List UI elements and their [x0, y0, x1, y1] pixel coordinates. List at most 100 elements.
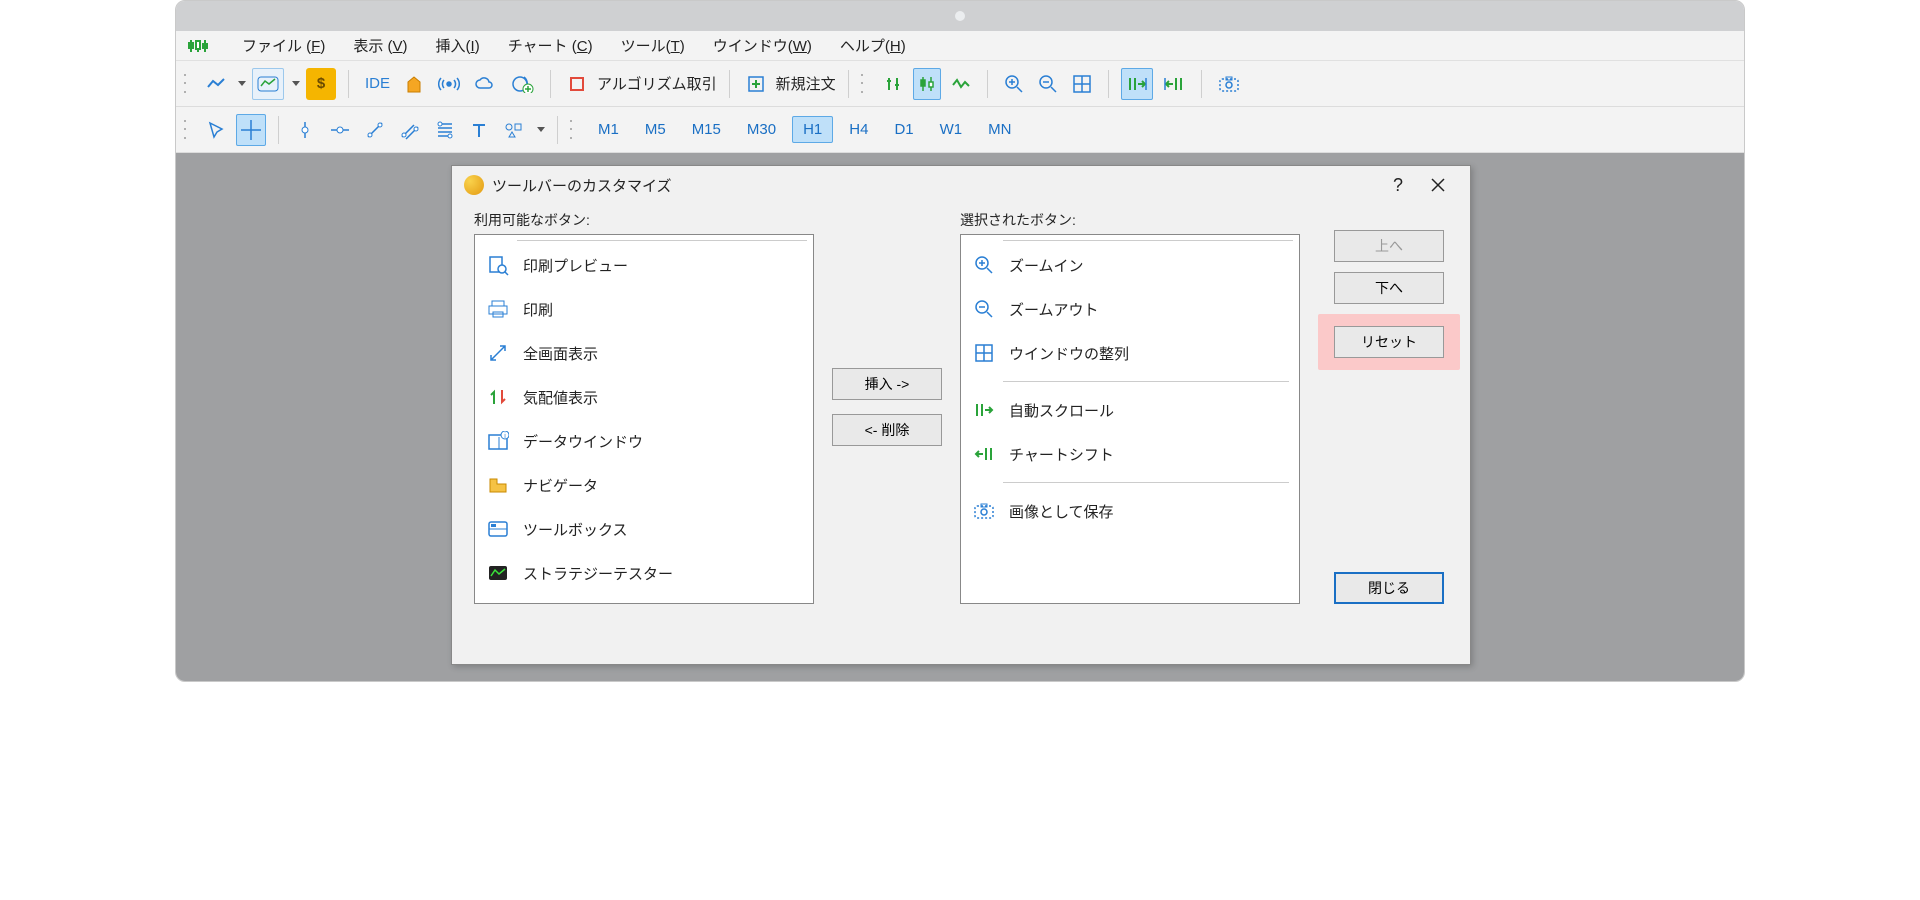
toolbox-icon: [485, 516, 511, 542]
cloud-button[interactable]: [470, 68, 500, 100]
fibo-button[interactable]: [431, 114, 459, 146]
list-item[interactable]: 全画面表示: [475, 331, 813, 375]
selected-listbox[interactable]: ズームイン ズームアウト ウインドウの整列 自動スクロール チャートシフト 画像…: [960, 234, 1300, 604]
list-item[interactable]: ツールボックス: [475, 507, 813, 551]
preview-icon: [485, 252, 511, 278]
autoscroll-button[interactable]: [1121, 68, 1153, 100]
menubar: ファイル (F) 表示 (V) 挿入(I) チャート (C) ツール(T) ウイ…: [176, 31, 1744, 61]
list-item[interactable]: ズームアウト: [961, 287, 1299, 331]
menu-help[interactable]: ヘルプ(H): [840, 35, 906, 56]
toolbar-line-studies: M1 M5 M15 M30 H1 H4 D1 W1 MN: [176, 107, 1744, 153]
dropdown-caret-icon[interactable]: [238, 81, 246, 86]
toolbar-grip-icon[interactable]: [184, 117, 192, 143]
tile-windows-button[interactable]: [1068, 68, 1096, 100]
list-item[interactable]: 気配値表示: [475, 375, 813, 419]
separator: [278, 116, 279, 144]
list-separator: [1003, 235, 1293, 241]
insert-button[interactable]: 挿入 ->: [832, 368, 942, 400]
close-button[interactable]: 閉じる: [1334, 572, 1444, 604]
tf-h1[interactable]: H1: [792, 116, 833, 143]
transfer-buttons: 挿入 -> <- 削除: [832, 210, 942, 604]
menu-view[interactable]: 表示 (V): [353, 35, 407, 56]
algo-stop-icon[interactable]: [563, 68, 591, 100]
cursor-button[interactable]: [202, 114, 230, 146]
list-item[interactable]: 印刷プレビュー: [475, 243, 813, 287]
datawindow-icon: i: [485, 428, 511, 454]
menu-tools[interactable]: ツール(T): [621, 35, 685, 56]
autoscroll-icon: [971, 397, 997, 423]
bar-chart-button[interactable]: [879, 68, 907, 100]
tf-w1[interactable]: W1: [930, 117, 973, 142]
list-item[interactable]: iデータウインドウ: [475, 419, 813, 463]
trendline-button[interactable]: [361, 114, 389, 146]
crosshair-button[interactable]: [236, 114, 266, 146]
toolbar-grip-icon[interactable]: [184, 71, 192, 97]
list-item[interactable]: ストラテジーテスター: [475, 551, 813, 595]
list-item[interactable]: ズームイン: [961, 243, 1299, 287]
chartshift-button[interactable]: [1159, 68, 1189, 100]
list-item[interactable]: ナビゲータ: [475, 463, 813, 507]
toolbar-grip-icon[interactable]: [861, 71, 869, 97]
channel-button[interactable]: [395, 114, 425, 146]
available-listbox[interactable]: 印刷プレビュー 印刷 全画面表示 気配値表示 iデータウインドウ ナビゲータ ツ…: [474, 234, 814, 604]
save-image-button[interactable]: [1214, 68, 1244, 100]
tf-mn[interactable]: MN: [978, 117, 1021, 142]
separator: [550, 70, 551, 98]
reset-highlight: リセット: [1318, 314, 1460, 370]
list-item[interactable]: 画像として保存: [961, 489, 1299, 533]
list-item[interactable]: 印刷: [475, 287, 813, 331]
list-item[interactable]: ウインドウの整列: [961, 331, 1299, 375]
dropdown-caret-icon[interactable]: [292, 81, 300, 86]
tf-m1[interactable]: M1: [588, 117, 629, 142]
text-button[interactable]: [465, 114, 493, 146]
new-order-label[interactable]: 新規注文: [776, 73, 836, 94]
workspace-area: ツールバーのカスタマイズ ? 利用可能なボタン: 印刷プレビュー 印刷 全画面表…: [176, 153, 1744, 681]
shapes-button[interactable]: [499, 114, 529, 146]
menu-insert[interactable]: 挿入(I): [436, 35, 480, 56]
list-separator: [517, 235, 807, 241]
hline-button[interactable]: [325, 114, 355, 146]
dollar-button[interactable]: $: [306, 68, 336, 100]
signal-button[interactable]: [434, 68, 464, 100]
tf-d1[interactable]: D1: [884, 117, 923, 142]
zoom-out-button[interactable]: [1034, 68, 1062, 100]
down-button[interactable]: 下へ: [1334, 272, 1444, 304]
customize-toolbar-dialog: ツールバーのカスタマイズ ? 利用可能なボタン: 印刷プレビュー 印刷 全画面表…: [451, 165, 1471, 665]
menu-file[interactable]: ファイル (F): [242, 35, 325, 56]
tf-h4[interactable]: H4: [839, 117, 878, 142]
list-item[interactable]: チャートシフト: [961, 432, 1299, 476]
close-icon[interactable]: [1418, 170, 1458, 200]
line-chart-button[interactable]: [202, 68, 230, 100]
window-titlebar[interactable]: [176, 1, 1744, 31]
app-window: ファイル (F) 表示 (V) 挿入(I) チャート (C) ツール(T) ウイ…: [175, 0, 1745, 682]
line-chart2-button[interactable]: [947, 68, 975, 100]
list-separator: [1003, 482, 1289, 483]
tile-icon: [971, 340, 997, 366]
print-icon: [485, 296, 511, 322]
reset-button[interactable]: リセット: [1334, 326, 1444, 358]
list-item[interactable]: 自動スクロール: [961, 388, 1299, 432]
dialog-titlebar[interactable]: ツールバーのカスタマイズ ?: [452, 166, 1470, 204]
dialog-icon: [464, 175, 484, 195]
candle-chart-button[interactable]: [913, 68, 941, 100]
ide-button[interactable]: IDE: [361, 68, 394, 100]
menu-window[interactable]: ウインドウ(W): [713, 35, 812, 56]
algo-trading-label[interactable]: アルゴリズム取引: [597, 73, 717, 94]
tf-m15[interactable]: M15: [682, 117, 731, 142]
separator: [987, 70, 988, 98]
up-button[interactable]: 上へ: [1334, 230, 1444, 262]
dropdown-caret-icon[interactable]: [537, 127, 545, 132]
remove-button[interactable]: <- 削除: [832, 414, 942, 446]
toolbar-grip-icon[interactable]: [570, 117, 578, 143]
help-button[interactable]: ?: [1378, 170, 1418, 200]
chart-type-button[interactable]: [252, 68, 284, 100]
tf-m30[interactable]: M30: [737, 117, 786, 142]
separator: [557, 116, 558, 144]
tf-m5[interactable]: M5: [635, 117, 676, 142]
vline-button[interactable]: [291, 114, 319, 146]
menu-chart[interactable]: チャート (C): [508, 35, 593, 56]
zoom-in-button[interactable]: [1000, 68, 1028, 100]
market-button[interactable]: [400, 68, 428, 100]
cloud-add-button[interactable]: [506, 68, 538, 100]
new-order-icon[interactable]: [742, 68, 770, 100]
